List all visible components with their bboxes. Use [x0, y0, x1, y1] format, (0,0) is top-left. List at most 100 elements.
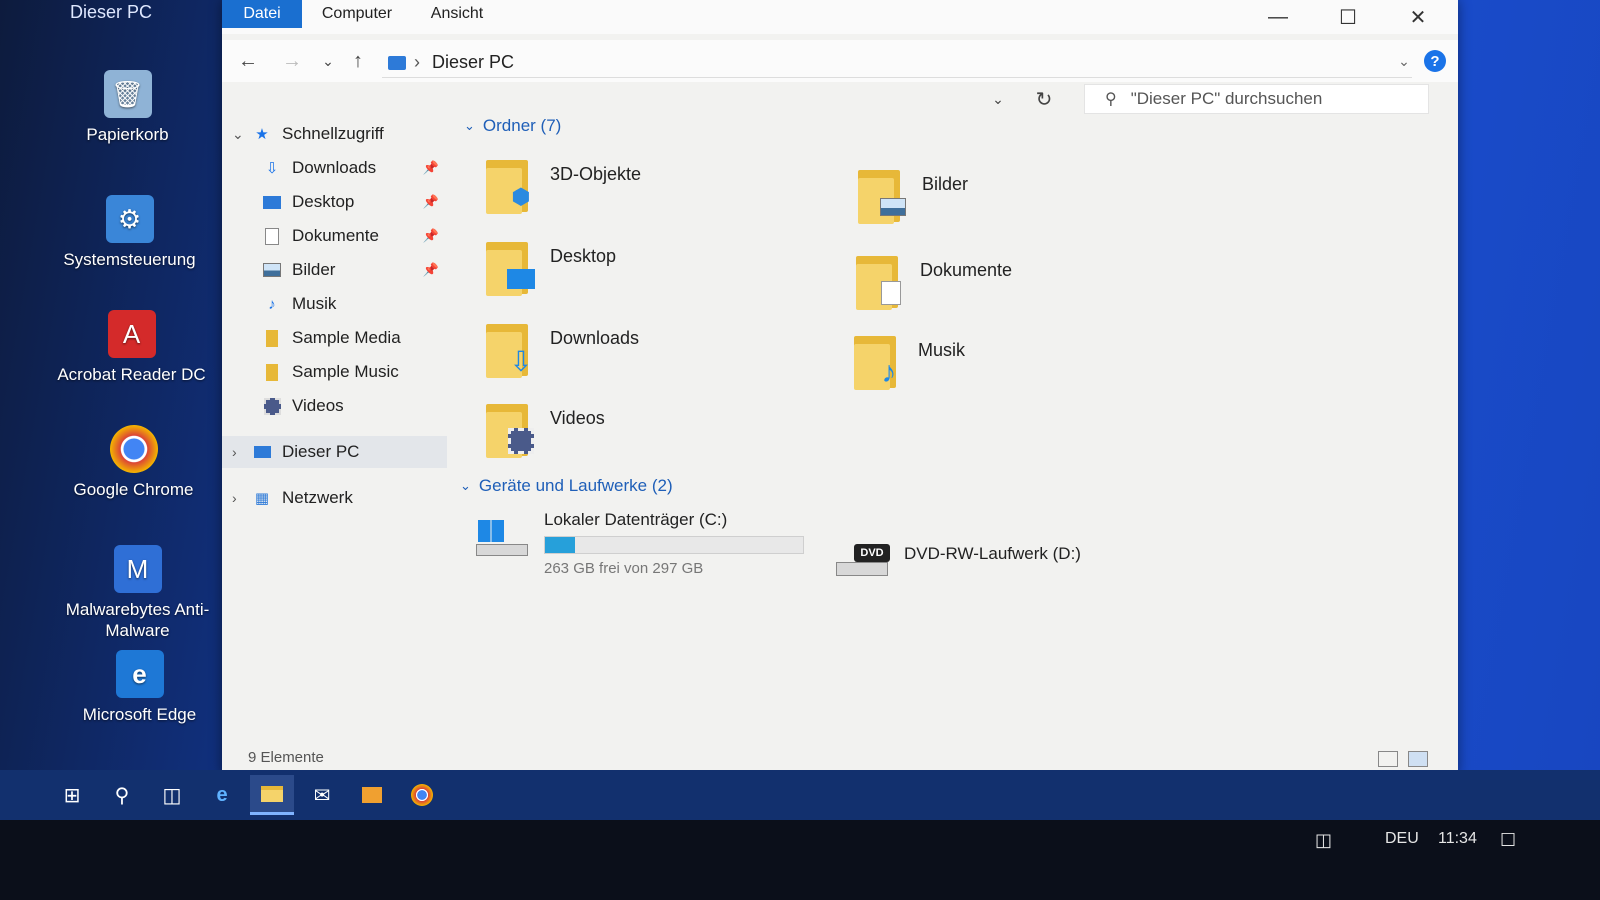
- media-player-icon[interactable]: [350, 775, 394, 815]
- desktop-item-label: Systemsteuerung: [63, 250, 196, 269]
- folder-tile-3d-objekte[interactable]: ⬢ 3D-Objekte: [482, 154, 782, 226]
- group-header-geraete[interactable]: ⌄ Geräte und Laufwerke (2): [460, 476, 673, 496]
- group-header-label: Geräte und Laufwerke (2): [478, 476, 673, 495]
- network-tray-icon[interactable]: ◫: [1315, 830, 1332, 851]
- download-icon: ⇩: [482, 318, 538, 382]
- folder-tile-videos[interactable]: Videos: [482, 398, 782, 470]
- expand-chevron-icon[interactable]: ⌄: [232, 126, 252, 143]
- nav-label: Downloads: [292, 158, 377, 177]
- folder-label: Bilder: [922, 174, 969, 194]
- nav-item-sample-media[interactable]: Sample Media: [222, 322, 447, 354]
- folder-tile-dokumente[interactable]: Dokumente: [852, 250, 1152, 322]
- drive-tile-c[interactable]: Lokaler Datenträger (C:) 263 GB frei von…: [474, 510, 804, 577]
- chrome-icon: [109, 425, 158, 473]
- address-history-chevron-icon[interactable]: ⌄: [984, 84, 1012, 114]
- tab-ansicht[interactable]: Ansicht: [417, 0, 497, 28]
- nav-item-musik[interactable]: ♪ Musik: [222, 288, 447, 320]
- secondary-toolbar: ⌄ ↻ ⚲ "Dieser PC" durchsuchen: [222, 80, 1458, 116]
- action-center-icon[interactable]: ☐: [1500, 830, 1516, 851]
- nav-item-dieser-pc[interactable]: › Dieser PC: [222, 436, 447, 468]
- control-panel-icon: ⚙: [105, 195, 154, 243]
- nav-label: Dokumente: [292, 226, 379, 245]
- drive-free-space: 263 GB frei von 297 GB: [544, 560, 704, 577]
- pin-icon[interactable]: 📌: [423, 262, 439, 278]
- tab-datei[interactable]: Datei: [222, 0, 302, 28]
- clock[interactable]: 11:34: [1438, 830, 1477, 848]
- ribbon-expand-chevron-icon[interactable]: ⌄: [1390, 46, 1418, 76]
- file-explorer-icon[interactable]: [250, 775, 294, 815]
- collapse-chevron-icon[interactable]: ⌄: [460, 478, 471, 494]
- search-input[interactable]: ⚲ "Dieser PC" durchsuchen: [1084, 84, 1429, 114]
- pin-icon[interactable]: 📌: [423, 194, 439, 210]
- maximize-button[interactable]: ☐: [1318, 2, 1378, 32]
- folder-tile-musik[interactable]: ♪ Musik: [850, 330, 1150, 402]
- nav-item-netzwerk[interactable]: › ▦ Netzwerk: [222, 482, 447, 514]
- forward-arrow-icon[interactable]: →: [278, 46, 306, 76]
- pictures-icon: [854, 164, 910, 228]
- input-language[interactable]: DEU: [1385, 830, 1419, 848]
- details-view-icon[interactable]: [1378, 751, 1398, 767]
- dvd-badge: DVD: [854, 544, 890, 562]
- nav-label: Netzwerk: [282, 488, 353, 507]
- folder-tile-desktop[interactable]: Desktop: [482, 236, 782, 308]
- back-arrow-icon[interactable]: ←: [234, 46, 262, 76]
- videos-icon: [262, 397, 282, 415]
- group-header-ordner[interactable]: ⌄ Ordner (7): [464, 116, 561, 136]
- folder-tile-downloads[interactable]: ⇩ Downloads: [482, 318, 782, 390]
- dvd-drive-icon: DVD: [834, 536, 892, 586]
- refresh-icon[interactable]: ↻: [1030, 84, 1058, 114]
- nav-label: Bilder: [292, 260, 336, 279]
- nav-item-bilder[interactable]: Bilder 📌: [222, 254, 447, 286]
- up-arrow-icon[interactable]: ↑: [344, 46, 372, 76]
- folder-label: Musik: [918, 340, 966, 360]
- expand-chevron-icon[interactable]: ›: [232, 490, 252, 506]
- videos-icon: [482, 398, 538, 462]
- nav-item-sample-music[interactable]: Sample Music: [222, 356, 447, 388]
- mail-icon[interactable]: ✉: [300, 775, 344, 815]
- desktop-item-label: Microsoft Edge: [82, 705, 197, 724]
- desktop-item-malwarebytes[interactable]: M Malwarebytes Anti-Malware: [50, 545, 225, 641]
- search-icon: ⚲: [1105, 91, 1117, 108]
- nav-item-schnellzugriff[interactable]: ⌄ ★ Schnellzugriff: [222, 118, 447, 150]
- nav-label: Desktop: [292, 192, 355, 211]
- desktop-item-chrome[interactable]: Google Chrome: [46, 425, 221, 500]
- expand-chevron-icon[interactable]: ›: [232, 444, 252, 460]
- pin-icon[interactable]: 📌: [423, 228, 439, 244]
- navigation-pane: ⌄ ★ Schnellzugriff ⇩ Downloads 📌 Desktop…: [222, 116, 447, 736]
- star-icon: ★: [255, 126, 269, 143]
- folder-label: Desktop: [550, 246, 617, 266]
- desktop-top-label: Dieser PC: [70, 2, 153, 22]
- breadcrumb-dieser-pc[interactable]: Dieser PC: [432, 52, 514, 73]
- edge-icon: e: [115, 650, 164, 698]
- drive-tile-d[interactable]: DVD DVD-RW-Laufwerk (D:): [834, 536, 1081, 586]
- close-button[interactable]: ✕: [1388, 2, 1448, 32]
- edge-icon[interactable]: e: [200, 775, 244, 815]
- desktop-icon: [262, 193, 282, 211]
- folder-tile-bilder[interactable]: Bilder: [854, 164, 1154, 236]
- pin-icon[interactable]: 📌: [423, 160, 439, 176]
- nav-item-downloads[interactable]: ⇩ Downloads 📌: [222, 152, 447, 184]
- nav-item-videos[interactable]: Videos: [222, 390, 447, 422]
- recent-locations-chevron-icon[interactable]: ⌄: [314, 46, 342, 76]
- desktop-item-systemsteuerung[interactable]: ⚙ Systemsteuerung: [42, 195, 217, 270]
- desktop-item-acrobat[interactable]: A Acrobat Reader DC: [44, 310, 219, 385]
- large-icons-view-icon[interactable]: [1408, 751, 1428, 767]
- 3d-objects-icon: ⬢: [482, 154, 538, 218]
- tab-computer[interactable]: Computer: [312, 0, 402, 28]
- desktop-item-papierkorb[interactable]: 🗑 Papierkorb: [40, 70, 215, 145]
- documents-icon: [262, 227, 282, 245]
- chrome-icon[interactable]: [400, 775, 444, 815]
- minimize-button[interactable]: —: [1248, 2, 1308, 32]
- address-field[interactable]: › Dieser PC: [382, 48, 1412, 78]
- nav-label: Musik: [292, 294, 337, 313]
- start-icon[interactable]: ⊞: [50, 775, 94, 815]
- collapse-chevron-icon[interactable]: ⌄: [464, 118, 475, 134]
- task-view-icon[interactable]: ◫: [150, 775, 194, 815]
- help-icon[interactable]: ?: [1424, 50, 1446, 72]
- folder-icon: [262, 363, 282, 381]
- nav-item-dokumente[interactable]: Dokumente 📌: [222, 220, 447, 252]
- desktop-item-edge[interactable]: e Microsoft Edge: [52, 650, 227, 725]
- folder-label: Downloads: [550, 328, 640, 348]
- nav-item-desktop[interactable]: Desktop 📌: [222, 186, 447, 218]
- search-icon[interactable]: ⚲: [100, 775, 144, 815]
